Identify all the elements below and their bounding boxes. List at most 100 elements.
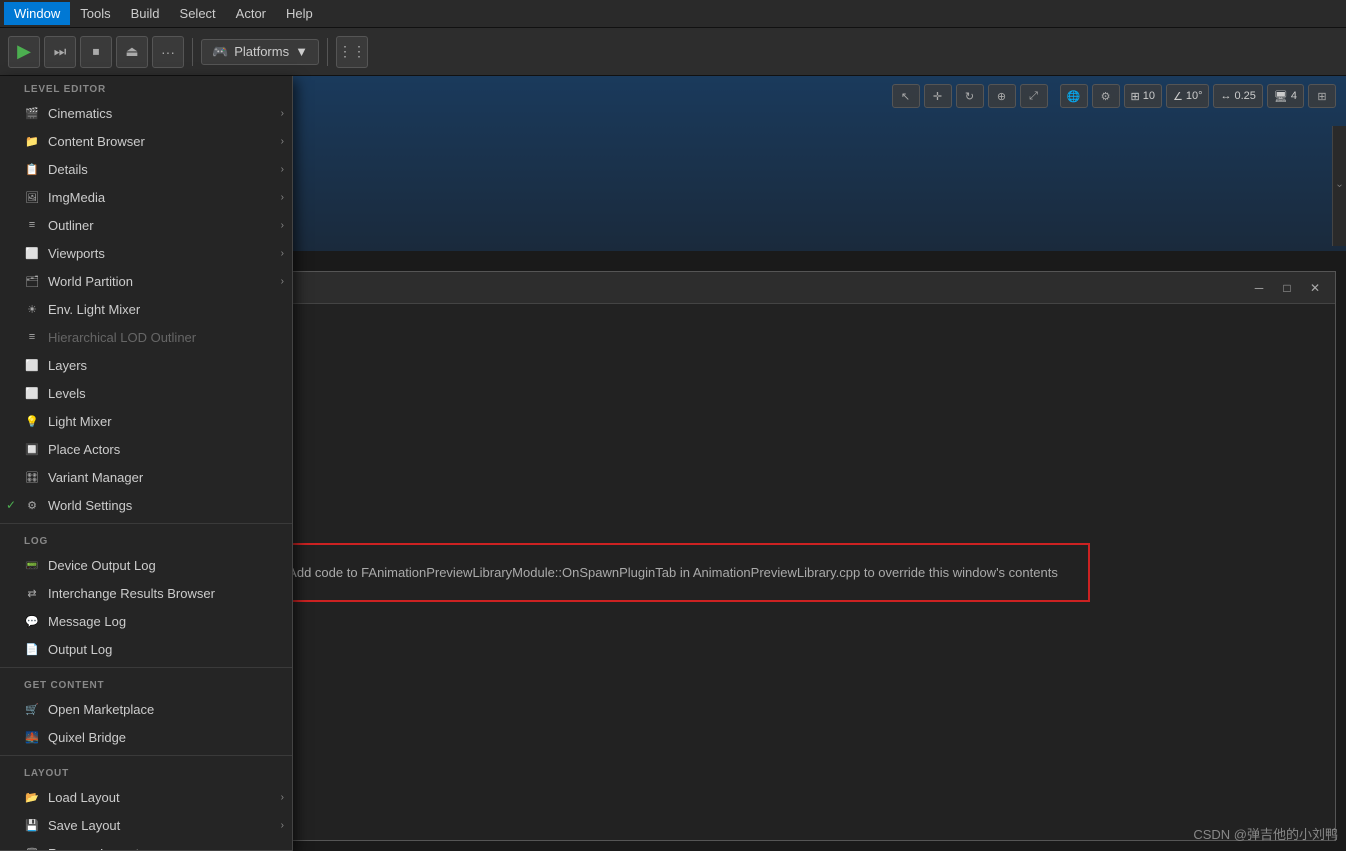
menu-entry-world-settings[interactable]: ✓ ⚙ World Settings <box>0 491 292 519</box>
viewports-arrow: › <box>281 248 284 259</box>
message-log-icon: 💬 <box>24 613 40 629</box>
fw-maximize-btn[interactable]: □ <box>1275 278 1299 298</box>
menu-entry-viewports[interactable]: ⬜ Viewports › <box>0 239 292 267</box>
vp-grid-size[interactable]: ⊞ 10 <box>1124 84 1162 108</box>
menu-entry-details[interactable]: 📋 Details › <box>0 155 292 183</box>
main-toolbar: ▶ ⏭ ⏹ ⏏ ··· 🎮 Platforms ▼ ⋮⋮ <box>0 28 1346 76</box>
watermark: CSDN @弹吉他的小刘鸭 <box>1193 824 1338 843</box>
menu-entry-remove-layout[interactable]: 🗑 Remove Layout › <box>0 839 292 851</box>
vp-scale-value[interactable]: ↔ 0.25 <box>1213 84 1262 108</box>
section-layout: LAYOUT <box>0 760 292 783</box>
screen-val: 4 <box>1291 90 1297 102</box>
lines-button[interactable]: ⋮⋮ <box>336 36 368 68</box>
menu-entry-variant-manager[interactable]: 🎛 Variant Manager <box>0 463 292 491</box>
menu-entry-load-layout[interactable]: 📂 Load Layout › <box>0 783 292 811</box>
menu-entry-quixel-bridge[interactable]: 🌉 Quixel Bridge <box>0 723 292 751</box>
load-layout-icon: 📂 <box>24 789 40 805</box>
details-label: Details <box>48 162 273 177</box>
vp-move-btn[interactable]: ✛ <box>924 84 952 108</box>
vp-rotate-btn[interactable]: ↻ <box>956 84 984 108</box>
vp-scale-btn[interactable]: ⊕ <box>988 84 1016 108</box>
menu-actor[interactable]: Actor <box>226 2 276 25</box>
menu-entry-content-browser[interactable]: 📁 Content Browser › <box>0 127 292 155</box>
menu-tools[interactable]: Tools <box>70 2 120 25</box>
menu-window[interactable]: Window <box>4 2 70 25</box>
menu-entry-save-layout[interactable]: 💾 Save Layout › <box>0 811 292 839</box>
menu-entry-env-light-mixer[interactable]: ☀ Env. Light Mixer <box>0 295 292 323</box>
menu-entry-device-output-log[interactable]: 📟 Device Output Log <box>0 551 292 579</box>
window-dropdown-menu: LEVEL EDITOR 🎬 Cinematics › 📁 Content Br… <box>0 76 293 851</box>
quixel-bridge-icon: 🌉 <box>24 729 40 745</box>
right-edge-label: › <box>1334 184 1345 187</box>
vp-settings-btn[interactable]: ⚙ <box>1092 84 1120 108</box>
interchange-results-label: Interchange Results Browser <box>48 586 284 601</box>
layers-label: Layers <box>48 358 284 373</box>
menu-entry-imgmedia[interactable]: 🖼 ImgMedia › <box>0 183 292 211</box>
eject-button[interactable]: ⏏ <box>116 36 148 68</box>
menu-entry-open-marketplace[interactable]: 🛒 Open Marketplace <box>0 695 292 723</box>
save-layout-label: Save Layout <box>48 818 273 833</box>
device-output-log-icon: 📟 <box>24 557 40 573</box>
load-layout-label: Load Layout <box>48 790 273 805</box>
menu-entry-world-partition[interactable]: 🗂 World Partition › <box>0 267 292 295</box>
vp-layout-btn[interactable]: ⊞ <box>1308 84 1336 108</box>
angle-value: 10° <box>1186 90 1203 102</box>
grid-value: 10 <box>1143 90 1155 102</box>
variant-manager-icon: 🎛 <box>24 469 40 485</box>
platforms-arrow: ▼ <box>295 44 308 59</box>
vp-select-btn[interactable]: ↖ <box>892 84 920 108</box>
imgmedia-arrow: › <box>281 192 284 203</box>
menu-entry-interchange-results[interactable]: ⇄ Interchange Results Browser <box>0 579 292 607</box>
world-settings-icon: ⚙ <box>24 497 40 513</box>
menu-entry-message-log[interactable]: 💬 Message Log <box>0 607 292 635</box>
section-get-content: GET CONTENT <box>0 672 292 695</box>
more-button[interactable]: ··· <box>152 36 184 68</box>
levels-label: Levels <box>48 386 284 401</box>
content-browser-arrow: › <box>281 136 284 147</box>
menu-build[interactable]: Build <box>121 2 170 25</box>
content-browser-label: Content Browser <box>48 134 273 149</box>
menu-entry-light-mixer[interactable]: 💡 Light Mixer <box>0 407 292 435</box>
menu-entry-layers[interactable]: ⬜ Layers <box>0 351 292 379</box>
vp-screen-size[interactable]: 🖥 4 <box>1267 84 1304 108</box>
env-light-mixer-label: Env. Light Mixer <box>48 302 284 317</box>
output-log-label: Output Log <box>48 642 284 657</box>
open-marketplace-label: Open Marketplace <box>48 702 284 717</box>
vp-maximize-btn[interactable]: ⤢ <box>1020 84 1048 108</box>
menu-entry-place-actors[interactable]: 🔲 Place Actors <box>0 435 292 463</box>
menu-entry-output-log[interactable]: 📄 Output Log <box>0 635 292 663</box>
fw-close-btn[interactable]: ✕ <box>1303 278 1327 298</box>
screen-icon: 🖥 <box>1274 90 1288 103</box>
vp-angle[interactable]: ∠ 10° <box>1166 84 1210 108</box>
message-text: Add code to FAnimationPreviewLibraryModu… <box>288 565 1058 580</box>
menu-entry-hierarchical-lod[interactable]: ≡ Hierarchical LOD Outliner <box>0 323 292 351</box>
vp-globe-btn[interactable]: 🌐 <box>1060 84 1088 108</box>
hierarchical-lod-label: Hierarchical LOD Outliner <box>48 330 284 345</box>
right-edge-tab[interactable]: › <box>1332 126 1346 246</box>
menu-help[interactable]: Help <box>276 2 323 25</box>
details-icon: 📋 <box>24 161 40 177</box>
platforms-button[interactable]: 🎮 Platforms ▼ <box>201 39 319 65</box>
menu-select[interactable]: Select <box>170 2 226 25</box>
step-button[interactable]: ⏭ <box>44 36 76 68</box>
content-browser-icon: 📁 <box>24 133 40 149</box>
grid-icon: ⊞ <box>1131 90 1140 103</box>
imgmedia-label: ImgMedia <box>48 190 273 205</box>
outliner-icon: ≡ <box>24 217 40 233</box>
stop-button[interactable]: ⏹ <box>80 36 112 68</box>
hierarchical-lod-icon: ≡ <box>24 329 40 345</box>
interchange-results-icon: ⇄ <box>24 585 40 601</box>
fw-minimize-btn[interactable]: ─ <box>1247 278 1271 298</box>
menu-entry-levels[interactable]: ⬜ Levels <box>0 379 292 407</box>
variant-manager-label: Variant Manager <box>48 470 284 485</box>
divider-layout <box>0 755 292 756</box>
save-layout-arrow: › <box>281 820 284 831</box>
light-mixer-label: Light Mixer <box>48 414 284 429</box>
load-layout-arrow: › <box>281 792 284 803</box>
device-output-log-label: Device Output Log <box>48 558 284 573</box>
menu-entry-outliner[interactable]: ≡ Outliner › <box>0 211 292 239</box>
play-button[interactable]: ▶ <box>8 36 40 68</box>
world-partition-label: World Partition <box>48 274 273 289</box>
outliner-label: Outliner <box>48 218 273 233</box>
menu-entry-cinematics[interactable]: 🎬 Cinematics › <box>0 99 292 127</box>
